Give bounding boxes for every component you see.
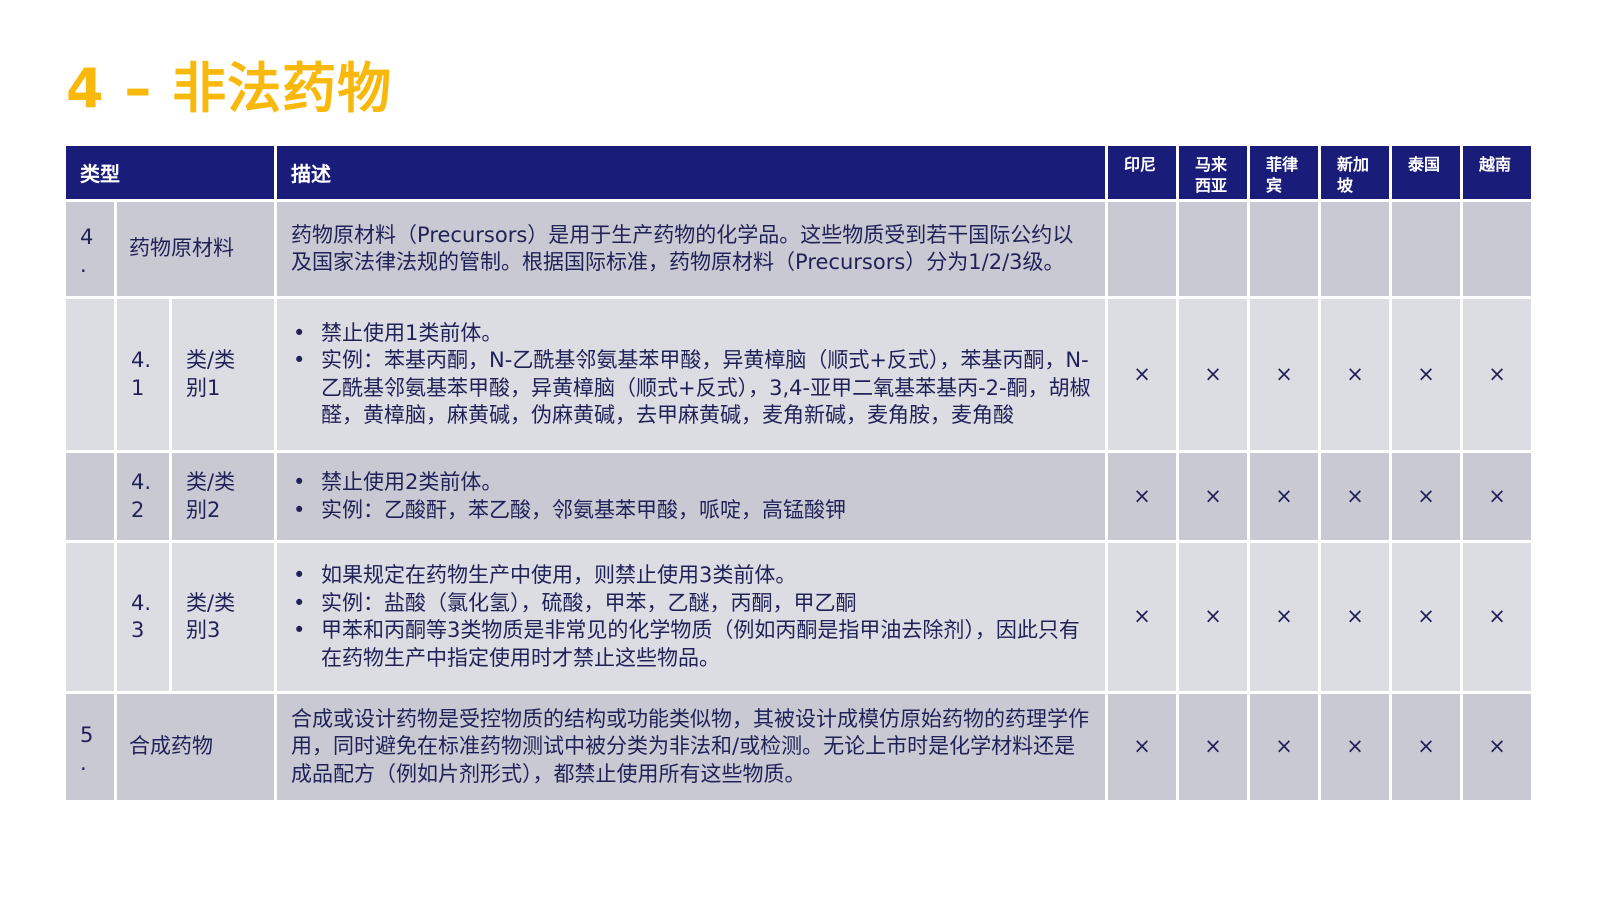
country-mark: × — [1463, 694, 1532, 800]
country-mark: × — [1179, 543, 1248, 691]
country-mark: × — [1108, 543, 1177, 691]
header-description: 描述 — [277, 146, 1106, 199]
sub-number: 4. 1 — [117, 299, 169, 450]
row-type-name: 药物原材料 — [117, 202, 275, 296]
row-number — [66, 543, 114, 691]
country-mark: × — [1392, 453, 1461, 540]
country-mark: × — [1392, 299, 1461, 450]
bullet-item: 实例：乙酸酐，苯乙酸，邻氨基苯甲酸，哌啶，高锰酸钾 — [291, 497, 1091, 525]
row-description: 禁止使用2类前体。 实例：乙酸酐，苯乙酸，邻氨基苯甲酸，哌啶，高锰酸钾 — [277, 453, 1106, 540]
country-mark: × — [1463, 453, 1532, 540]
country-mark: × — [1321, 694, 1390, 800]
bullet-item: 实例：盐酸（氯化氢），硫酸，甲苯，乙醚，丙酮，甲乙酮 — [291, 590, 1091, 618]
country-mark: × — [1108, 694, 1177, 800]
country-mark — [1108, 202, 1177, 296]
header-country: 新加 坡 — [1321, 146, 1390, 199]
country-mark: × — [1179, 453, 1248, 540]
country-mark: × — [1250, 543, 1319, 691]
country-mark: × — [1392, 543, 1461, 691]
sub-number: 4. 3 — [117, 543, 169, 691]
bullet-item: 如果规定在药物生产中使用，则禁止使用3类前体。 — [291, 562, 1091, 590]
table-header-row: 类型 描述 印尼 马来 西亚 菲律 宾 新加 坡 泰国 越南 — [66, 146, 1532, 199]
country-mark: × — [1108, 299, 1177, 450]
row-description: 药物原材料（Precursors）是用于生产药物的化学品。这些物质受到若干国际公… — [277, 202, 1106, 296]
row-number — [66, 453, 114, 540]
drug-regulation-table: 类型 描述 印尼 马来 西亚 菲律 宾 新加 坡 泰国 越南 4 . 药物原材料… — [63, 143, 1534, 803]
row-type-name: 合成药物 — [117, 694, 275, 800]
country-mark — [1179, 202, 1248, 296]
table-row: 4. 3 类/类 别3 如果规定在药物生产中使用，则禁止使用3类前体。 实例：盐… — [66, 543, 1532, 691]
table-row: 4. 1 类/类 别1 禁止使用1类前体。 实例：苯基丙酮，N-乙酰基邻氨基苯甲… — [66, 299, 1532, 450]
country-mark: × — [1321, 543, 1390, 691]
country-mark — [1250, 202, 1319, 296]
country-mark: × — [1179, 694, 1248, 800]
bullet-item: 禁止使用2类前体。 — [291, 469, 1091, 497]
country-mark: × — [1179, 299, 1248, 450]
sub-category-name: 类/类 别3 — [172, 543, 275, 691]
sub-category-name: 类/类 别2 — [172, 453, 275, 540]
row-description: 合成或设计药物是受控物质的结构或功能类似物，其被设计成模仿原始药物的药理学作用，… — [277, 694, 1106, 800]
country-mark: × — [1250, 299, 1319, 450]
header-country: 泰国 — [1392, 146, 1461, 199]
country-mark — [1392, 202, 1461, 296]
header-country: 越南 — [1463, 146, 1532, 199]
header-country: 马来 西亚 — [1179, 146, 1248, 199]
bullet-item: 实例：苯基丙酮，N-乙酰基邻氨基苯甲酸，异黄樟脑（顺式+反式），苯基丙酮，N-乙… — [291, 347, 1091, 430]
country-mark: × — [1463, 299, 1532, 450]
country-mark: × — [1250, 694, 1319, 800]
row-number — [66, 299, 114, 450]
bullet-item: 禁止使用1类前体。 — [291, 320, 1091, 348]
row-description: 禁止使用1类前体。 实例：苯基丙酮，N-乙酰基邻氨基苯甲酸，异黄樟脑（顺式+反式… — [277, 299, 1106, 450]
row-description: 如果规定在药物生产中使用，则禁止使用3类前体。 实例：盐酸（氯化氢），硫酸，甲苯… — [277, 543, 1106, 691]
header-country: 印尼 — [1108, 146, 1177, 199]
country-mark: × — [1392, 694, 1461, 800]
country-mark: × — [1321, 453, 1390, 540]
country-mark: × — [1108, 453, 1177, 540]
sub-category-name: 类/类 别1 — [172, 299, 275, 450]
country-mark — [1463, 202, 1532, 296]
header-type: 类型 — [66, 146, 275, 199]
row-number: 5 . — [66, 694, 114, 800]
table-row: 4 . 药物原材料 药物原材料（Precursors）是用于生产药物的化学品。这… — [66, 202, 1532, 296]
country-mark — [1321, 202, 1390, 296]
country-mark: × — [1250, 453, 1319, 540]
table-row: 4. 2 类/类 别2 禁止使用2类前体。 实例：乙酸酐，苯乙酸，邻氨基苯甲酸，… — [66, 453, 1532, 540]
row-number: 4 . — [66, 202, 114, 296]
header-country: 菲律 宾 — [1250, 146, 1319, 199]
bullet-item: 甲苯和丙酮等3类物质是非常见的化学物质（例如丙酮是指甲油去除剂），因此只有在药物… — [291, 617, 1091, 672]
page-title: 4 – 非法药物 — [66, 57, 393, 120]
country-mark: × — [1321, 299, 1390, 450]
country-mark: × — [1463, 543, 1532, 691]
sub-number: 4. 2 — [117, 453, 169, 540]
table-row: 5 . 合成药物 合成或设计药物是受控物质的结构或功能类似物，其被设计成模仿原始… — [66, 694, 1532, 800]
